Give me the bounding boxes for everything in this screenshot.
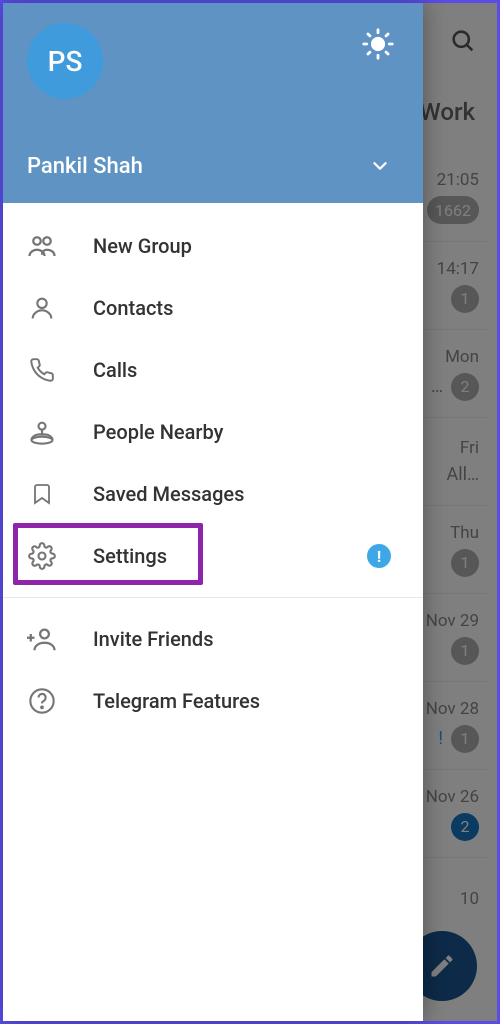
bookmark-icon <box>27 479 57 509</box>
account-expand-button[interactable] <box>361 147 399 185</box>
phone-icon <box>27 355 57 385</box>
menu-people-nearby[interactable]: People Nearby <box>3 401 423 463</box>
menu-label: Telegram Features <box>93 689 260 713</box>
menu-divider <box>3 597 423 598</box>
add-person-icon <box>27 624 57 654</box>
menu-settings[interactable]: Settings ! <box>3 525 423 587</box>
menu-label: Settings <box>93 544 167 568</box>
menu-label: Contacts <box>93 296 173 320</box>
menu-contacts[interactable]: Contacts <box>3 277 423 339</box>
menu-invite-friends[interactable]: Invite Friends <box>3 608 423 670</box>
menu-label: People Nearby <box>93 420 223 444</box>
menu-label: Calls <box>93 358 137 382</box>
menu-label: Invite Friends <box>93 627 214 651</box>
menu-new-group[interactable]: New Group <box>3 215 423 277</box>
navigation-drawer: PS Pankil Shah New Group <box>3 3 423 1021</box>
username[interactable]: Pankil Shah <box>27 154 143 179</box>
alert-badge: ! <box>367 544 391 568</box>
help-icon <box>27 686 57 716</box>
sun-icon <box>361 27 395 61</box>
menu-telegram-features[interactable]: Telegram Features <box>3 670 423 732</box>
menu-label: New Group <box>93 234 192 258</box>
menu-calls[interactable]: Calls <box>3 339 423 401</box>
chevron-down-icon <box>369 155 391 177</box>
group-icon <box>27 231 57 261</box>
menu-saved-messages[interactable]: Saved Messages <box>3 463 423 525</box>
theme-toggle-button[interactable] <box>357 23 399 65</box>
person-icon <box>27 293 57 323</box>
menu-label: Saved Messages <box>93 482 244 506</box>
drawer-header: PS Pankil Shah <box>3 3 423 203</box>
people-nearby-icon <box>27 417 57 447</box>
avatar[interactable]: PS <box>27 23 103 99</box>
gear-icon <box>27 541 57 571</box>
